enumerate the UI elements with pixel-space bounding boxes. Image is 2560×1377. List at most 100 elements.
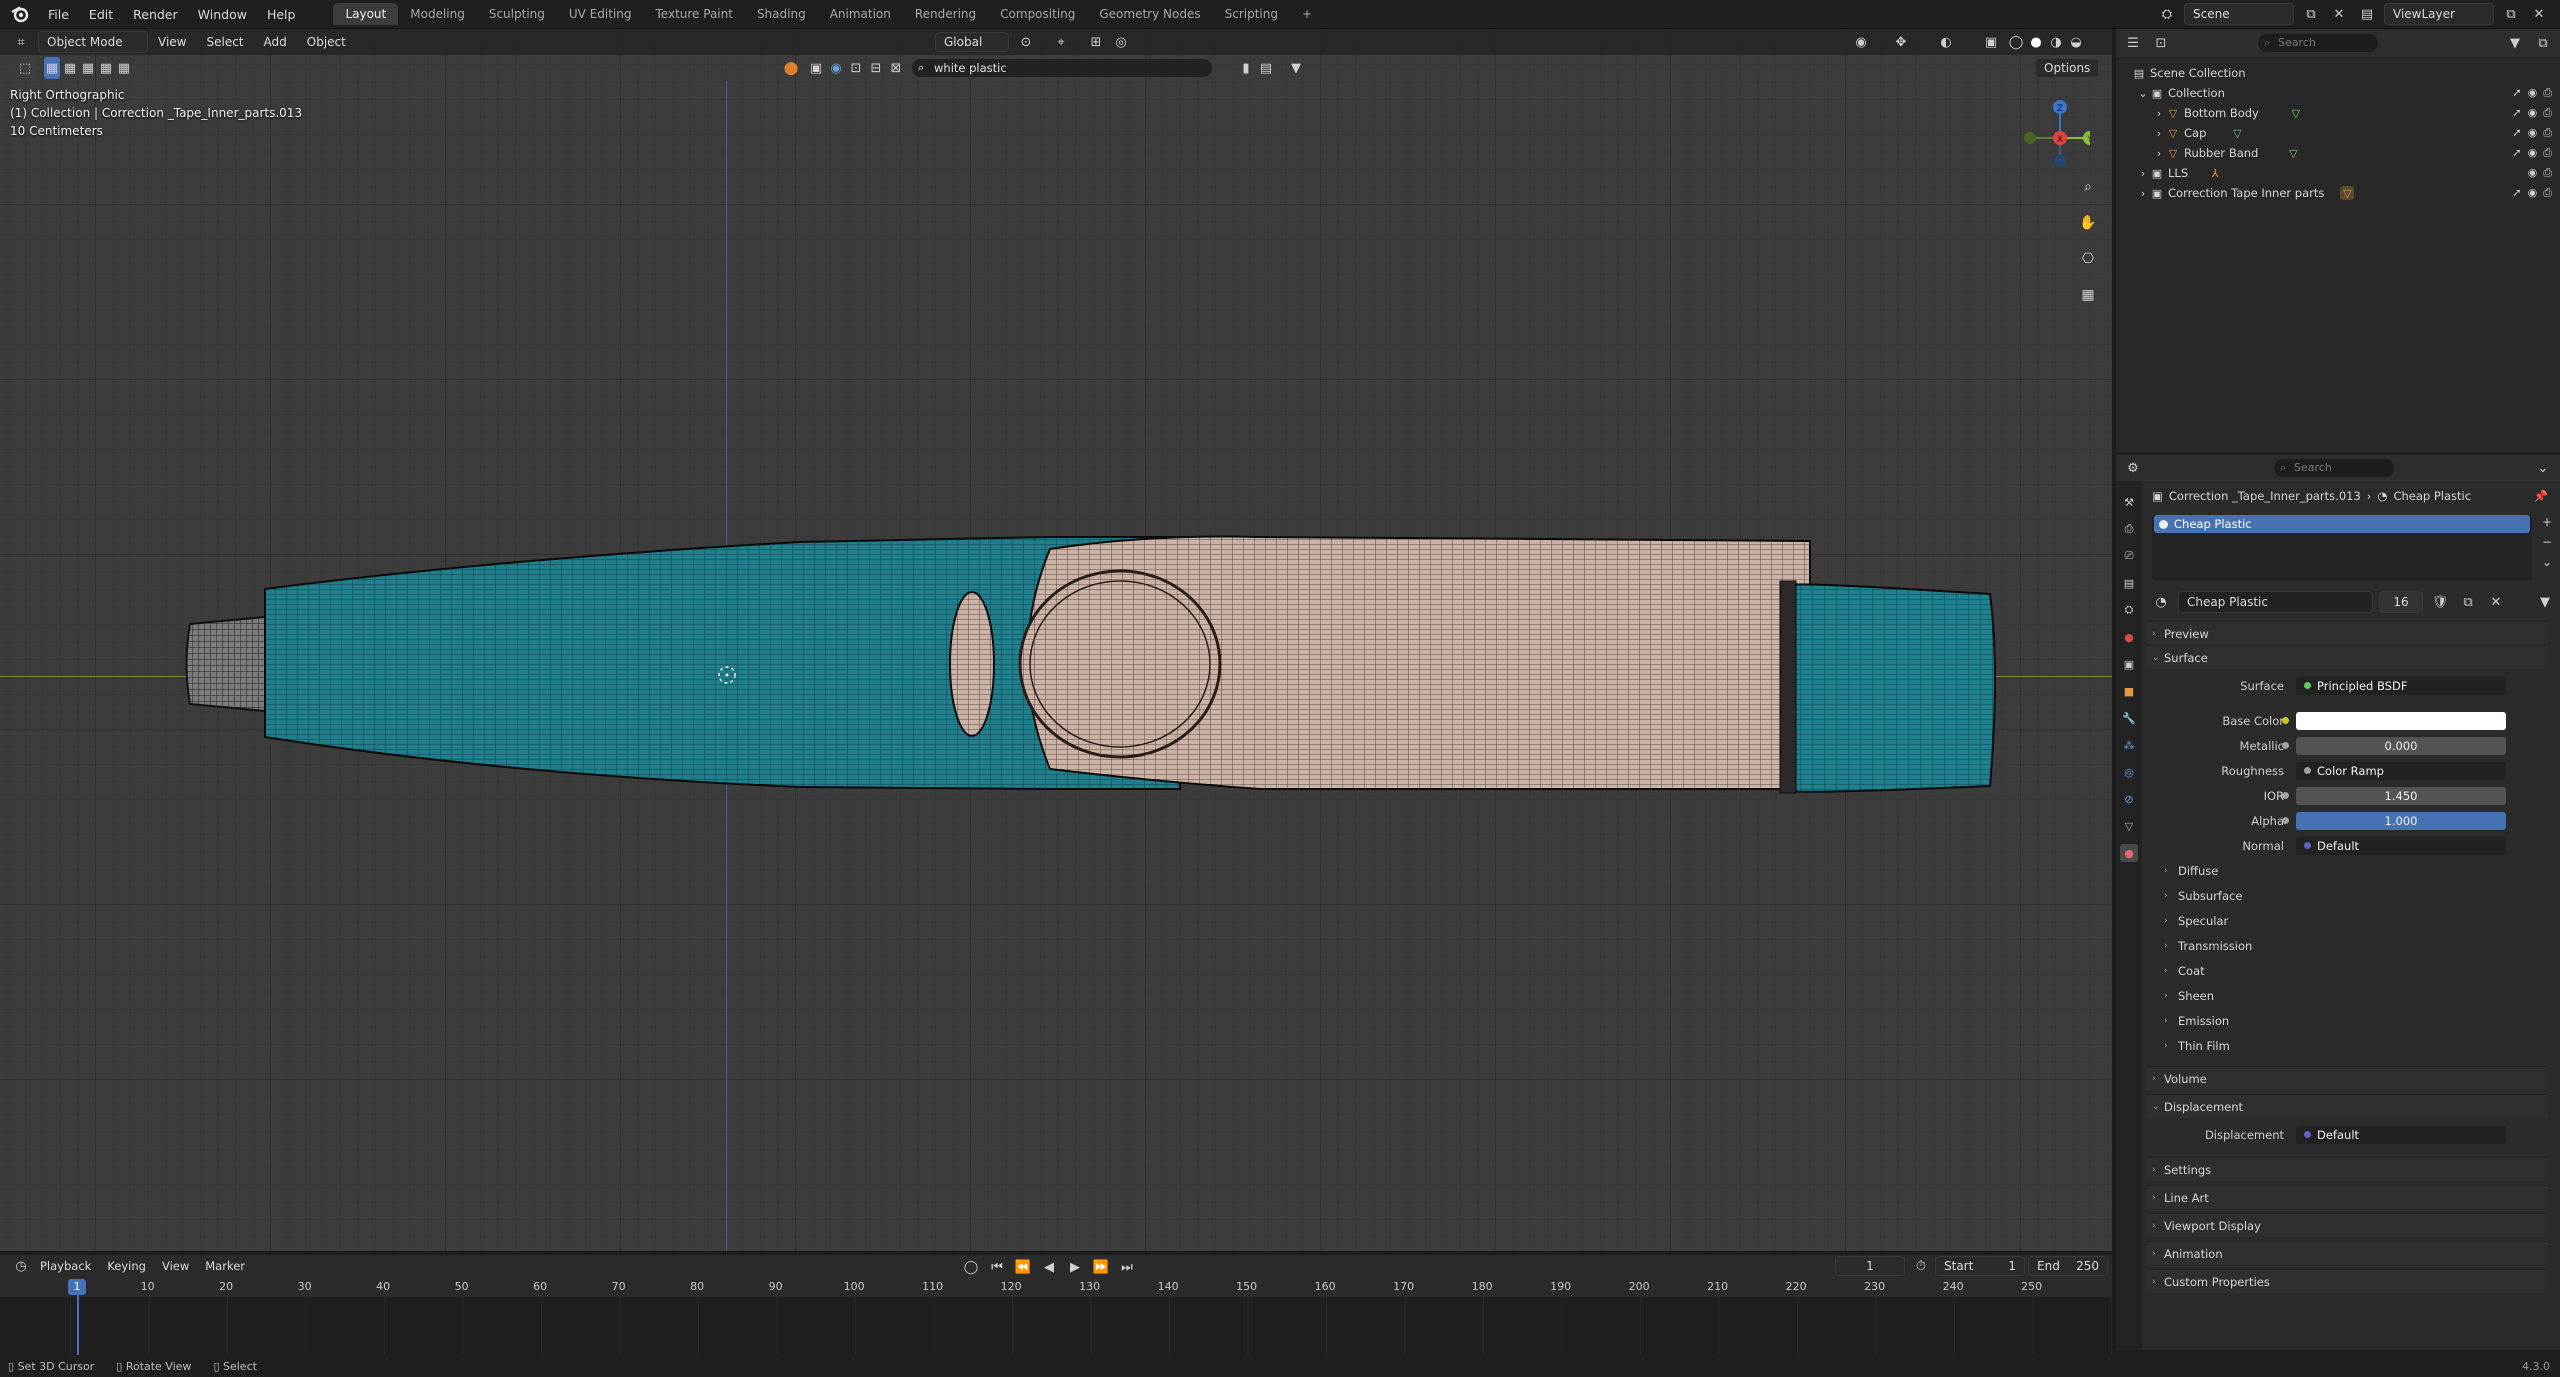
fake-user-icon[interactable]: 🛡 <box>2429 591 2451 613</box>
tree-lls[interactable]: › ▣ LLS ⅄ ◉ ⎙ <box>2116 163 2560 183</box>
camera-view-icon[interactable]: ⎔ <box>2075 246 2101 272</box>
timeline-menu-marker[interactable]: Marker <box>197 1255 253 1277</box>
properties-search-input[interactable]: ⌕ Search <box>2274 459 2394 477</box>
outliner-editor-type-icon[interactable]: ☰ <box>2122 32 2144 54</box>
chevron-right-icon[interactable]: › <box>2136 186 2150 200</box>
duplicate-material-icon[interactable]: ⧉ <box>2457 591 2479 613</box>
new-scene-icon[interactable]: ⧉ <box>2300 3 2322 25</box>
chevron-down-icon[interactable]: ⌄ <box>2532 457 2554 479</box>
panel-settings[interactable]: › Settings <box>2146 1157 2548 1181</box>
filter-icon[interactable]: ▼ <box>2534 591 2556 613</box>
delete-view-layer-icon[interactable]: ✕ <box>2528 3 2550 25</box>
timeline-menu-view[interactable]: View <box>154 1255 197 1277</box>
ortho-grid-icon[interactable]: ▦ <box>2075 282 2101 308</box>
tab-animation[interactable]: Animation <box>818 3 903 25</box>
record-icon[interactable]: ◯ <box>960 1256 982 1278</box>
world-tab-icon[interactable]: ● <box>2120 628 2138 646</box>
add-workspace-button[interactable]: + <box>1290 3 1324 25</box>
particles-tab-icon[interactable]: ⁂ <box>2120 736 2138 754</box>
physics-tab-icon[interactable]: ◎ <box>2120 763 2138 781</box>
timeline-menu-playback[interactable]: Playback <box>32 1255 99 1277</box>
camera-icon[interactable]: ⎙ <box>2543 106 2552 120</box>
timeline-editor-type-icon[interactable]: ◷ <box>10 1255 32 1277</box>
tab-geometry-nodes[interactable]: Geometry Nodes <box>1087 3 1212 25</box>
menu-window[interactable]: Window <box>188 0 257 29</box>
eye-icon[interactable]: ◉ <box>2528 126 2538 140</box>
jump-end-icon[interactable]: ⏭ <box>1116 1256 1138 1278</box>
chevron-right-icon[interactable]: › <box>2136 166 2150 180</box>
material-name-field[interactable]: Cheap Plastic <box>2178 591 2373 613</box>
current-frame-field[interactable]: 1 <box>1835 1256 1905 1276</box>
panel-viewport-display[interactable]: › Viewport Display <box>2146 1213 2548 1237</box>
blender-logo-icon[interactable] <box>10 4 30 24</box>
subpanel-coat[interactable]: › Coat <box>2146 958 2556 983</box>
view-layer-tab-icon[interactable]: ▤ <box>2120 574 2138 592</box>
chevron-right-icon[interactable]: › <box>2152 106 2166 120</box>
outliner-search-input[interactable]: ⌕ Search <box>2258 34 2378 52</box>
chevron-right-icon[interactable]: › <box>2152 126 2166 140</box>
select-arrow-icon[interactable]: ➚ <box>2512 106 2521 120</box>
subpanel-subsurface[interactable]: › Subsurface <box>2146 883 2556 908</box>
menu-help[interactable]: Help <box>257 0 306 29</box>
pin-icon[interactable]: 📌 <box>2534 489 2548 503</box>
unlink-material-icon[interactable]: ✕ <box>2485 591 2507 613</box>
tree-correction-tape-inner-parts[interactable]: › ▣ Correction Tape Inner parts ▽ ➚ ◉ ⎙ <box>2116 183 2560 203</box>
clock-icon[interactable]: ⏱ <box>1910 1255 1932 1277</box>
eye-icon[interactable]: ◉ <box>2528 166 2538 180</box>
output-tab-icon[interactable]: ⎚ <box>2120 547 2138 565</box>
filter-icon[interactable]: ▼ <box>2504 32 2526 54</box>
eye-icon[interactable]: ◉ <box>2528 86 2538 100</box>
play-reverse-icon[interactable]: ◀ <box>1038 1256 1060 1278</box>
new-view-layer-icon[interactable]: ⧉ <box>2500 3 2522 25</box>
subpanel-specular[interactable]: › Specular <box>2146 908 2556 933</box>
tree-item-rubber-band[interactable]: › ▽ Rubber Band ▽ ➚ ◉ ⎙ <box>2116 143 2560 163</box>
subpanel-transmission[interactable]: › Transmission <box>2146 933 2556 958</box>
pan-hand-icon[interactable]: ✋ <box>2075 210 2101 236</box>
displacement-link-field[interactable]: Default <box>2296 1125 2506 1144</box>
chevron-right-icon[interactable]: › <box>2152 146 2166 160</box>
tree-collection[interactable]: ⌄ ▣ Collection ➚ ◉ ⎙ <box>2116 83 2560 103</box>
select-arrow-icon[interactable]: ➚ <box>2512 146 2521 160</box>
select-arrow-icon[interactable]: ➚ <box>2512 86 2521 100</box>
zoom-icon[interactable]: ⌕ <box>2075 174 2101 200</box>
tab-scripting[interactable]: Scripting <box>1213 3 1290 25</box>
camera-icon[interactable]: ⎙ <box>2543 166 2552 180</box>
tab-rendering[interactable]: Rendering <box>903 3 988 25</box>
object-tab-icon[interactable]: ■ <box>2120 682 2138 700</box>
view-layer-field[interactable]: ViewLayer <box>2384 3 2494 25</box>
base-color-swatch[interactable] <box>2282 711 2506 730</box>
next-keyframe-icon[interactable]: ⏩ <box>1090 1256 1112 1278</box>
material-tab-icon[interactable]: ● <box>2120 844 2138 862</box>
material-slot-list[interactable]: Cheap Plastic + − ⌄ <box>2152 515 2552 581</box>
play-icon[interactable]: ▶ <box>1064 1256 1086 1278</box>
panel-line-art[interactable]: › Line Art <box>2146 1185 2548 1209</box>
frame-ruler[interactable]: 10 20 30 40 50 60 70 80 90 100 110 120 130 140 150 160 1… <box>0 1277 2112 1297</box>
camera-icon[interactable]: ⎙ <box>2543 126 2552 140</box>
timeline-tracks[interactable] <box>0 1297 2112 1355</box>
camera-icon[interactable]: ⎙ <box>2543 186 2552 200</box>
select-arrow-icon[interactable]: ➚ <box>2512 186 2521 200</box>
tab-modeling[interactable]: Modeling <box>398 3 477 25</box>
new-collection-icon[interactable]: ⧉ <box>2532 32 2554 54</box>
tab-layout[interactable]: Layout <box>333 3 399 25</box>
modifier-tab-icon[interactable]: 🔧 <box>2120 709 2138 727</box>
tab-uv-editing[interactable]: UV Editing <box>557 3 644 25</box>
select-arrow-icon[interactable]: ➚ <box>2512 126 2521 140</box>
constraints-tab-icon[interactable]: ⊘ <box>2120 790 2138 808</box>
eye-icon[interactable]: ◉ <box>2528 106 2538 120</box>
eye-icon[interactable]: ◉ <box>2528 186 2538 200</box>
scene-field[interactable]: Scene <box>2184 3 2294 25</box>
subpanel-sheen[interactable]: › Sheen <box>2146 983 2556 1008</box>
panel-custom-properties[interactable]: › Custom Properties <box>2146 1269 2548 1293</box>
playhead[interactable]: 1 <box>68 1279 86 1295</box>
chevron-down-icon[interactable]: ⌄ <box>2136 86 2150 100</box>
tab-sculpting[interactable]: Sculpting <box>477 3 557 25</box>
panel-displacement[interactable]: ⌄ Displacement <box>2146 1094 2548 1118</box>
roughness-link-field[interactable]: Color Ramp <box>2296 761 2506 780</box>
menu-render[interactable]: Render <box>123 0 188 29</box>
camera-icon[interactable]: ⎙ <box>2543 86 2552 100</box>
tab-texture-paint[interactable]: Texture Paint <box>644 3 745 25</box>
timeline-menu-keying[interactable]: Keying <box>99 1255 154 1277</box>
eye-icon[interactable]: ◉ <box>2528 146 2538 160</box>
subpanel-diffuse[interactable]: › Diffuse <box>2146 858 2556 883</box>
